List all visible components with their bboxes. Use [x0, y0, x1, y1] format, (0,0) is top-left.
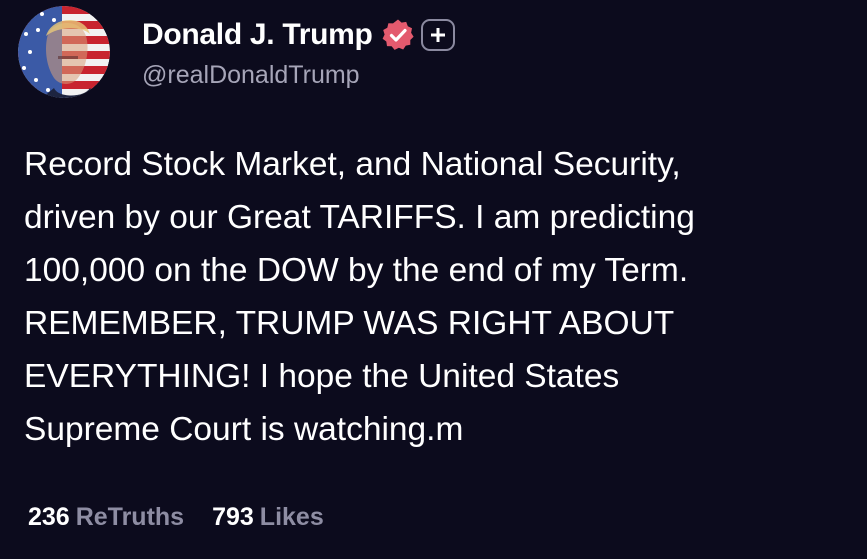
likes-stat[interactable]: 793 Likes — [212, 503, 324, 532]
post-line: Supreme Court is watching.m — [24, 411, 464, 448]
avatar-image — [18, 6, 110, 98]
retruths-stat[interactable]: 236 ReTruths — [28, 503, 184, 532]
likes-count: 793 — [212, 503, 254, 531]
post-line: REMEMBER, TRUMP WAS RIGHT ABOUT — [24, 305, 675, 342]
post-line: driven by our Great TARIFFS. I am predic… — [24, 199, 695, 236]
retruths-count: 236 — [28, 503, 70, 531]
post-line: 100,000 on the DOW by the end of my Term… — [24, 252, 689, 289]
post-line: EVERYTHING! I hope the United States — [24, 358, 620, 395]
handle[interactable]: @realDonaldTrump — [142, 61, 455, 90]
plus-icon — [430, 27, 445, 42]
retruths-label: ReTruths — [75, 503, 185, 531]
post-header: Donald J. Trump @realDonaldTrump — [18, 6, 455, 98]
likes-label: Likes — [259, 503, 324, 531]
post-stats: 236 ReTruths 793 Likes — [28, 503, 352, 532]
follow-button[interactable] — [420, 18, 455, 51]
display-name[interactable]: Donald J. Trump — [142, 18, 373, 52]
name-row: Donald J. Trump — [142, 15, 455, 55]
author-identity: Donald J. Trump @realDonaldTrump — [142, 15, 455, 90]
avatar[interactable] — [18, 6, 110, 98]
verified-badge-icon — [381, 18, 415, 52]
truth-post: Donald J. Trump @realDonaldTrump Record — [0, 0, 867, 559]
post-line: Record Stock Market, and National Securi… — [24, 146, 681, 183]
post-body: Record Stock Market, and National Securi… — [24, 138, 854, 456]
